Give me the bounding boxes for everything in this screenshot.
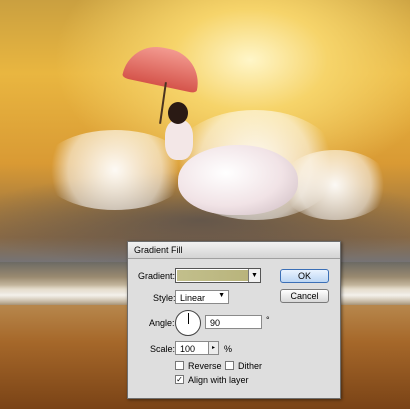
- angle-needle[interactable]: [188, 313, 189, 324]
- gradient-swatch[interactable]: [177, 270, 248, 281]
- dither-checkbox[interactable]: [225, 361, 234, 370]
- style-value: Linear: [180, 293, 206, 303]
- gradient-label: Gradient:: [138, 271, 176, 281]
- scale-label: Scale:: [150, 344, 176, 354]
- gradient-picker[interactable]: ▼: [175, 268, 261, 283]
- woman-head: [168, 102, 188, 124]
- reverse-checkbox[interactable]: [175, 361, 184, 370]
- align-with-layer-checkbox[interactable]: ✓: [175, 375, 184, 384]
- angle-label: Angle:: [149, 318, 175, 328]
- style-select[interactable]: Linear ▼: [175, 290, 229, 304]
- scale-value: 100: [180, 344, 196, 354]
- chevron-down-icon: ▼: [218, 292, 225, 299]
- woman-dress: [178, 145, 298, 215]
- dither-label: Dither: [238, 361, 263, 371]
- style-label: Style:: [153, 293, 176, 303]
- checkmark-icon: ✓: [176, 375, 183, 384]
- align-with-layer-label: Align with layer: [188, 375, 249, 385]
- scale-input[interactable]: 100: [175, 341, 209, 355]
- reverse-label: Reverse: [188, 361, 222, 371]
- scale-unit: %: [224, 344, 233, 354]
- stepper-arrow-icon[interactable]: ▸: [209, 341, 219, 355]
- chevron-down-icon[interactable]: ▼: [248, 269, 260, 282]
- angle-unit: °: [266, 315, 270, 325]
- angle-dial-icon[interactable]: [175, 310, 201, 336]
- angle-value: 90: [210, 318, 221, 328]
- cancel-button[interactable]: Cancel: [280, 289, 329, 303]
- angle-input[interactable]: 90: [205, 315, 262, 329]
- woman-body: [165, 120, 193, 160]
- dialog-titlebar[interactable]: Gradient Fill: [128, 242, 340, 259]
- gradient-fill-dialog: Gradient Fill Gradient: ▼ Style: Linear …: [127, 241, 341, 399]
- dialog-title: Gradient Fill: [134, 245, 183, 255]
- ok-button[interactable]: OK: [280, 269, 329, 283]
